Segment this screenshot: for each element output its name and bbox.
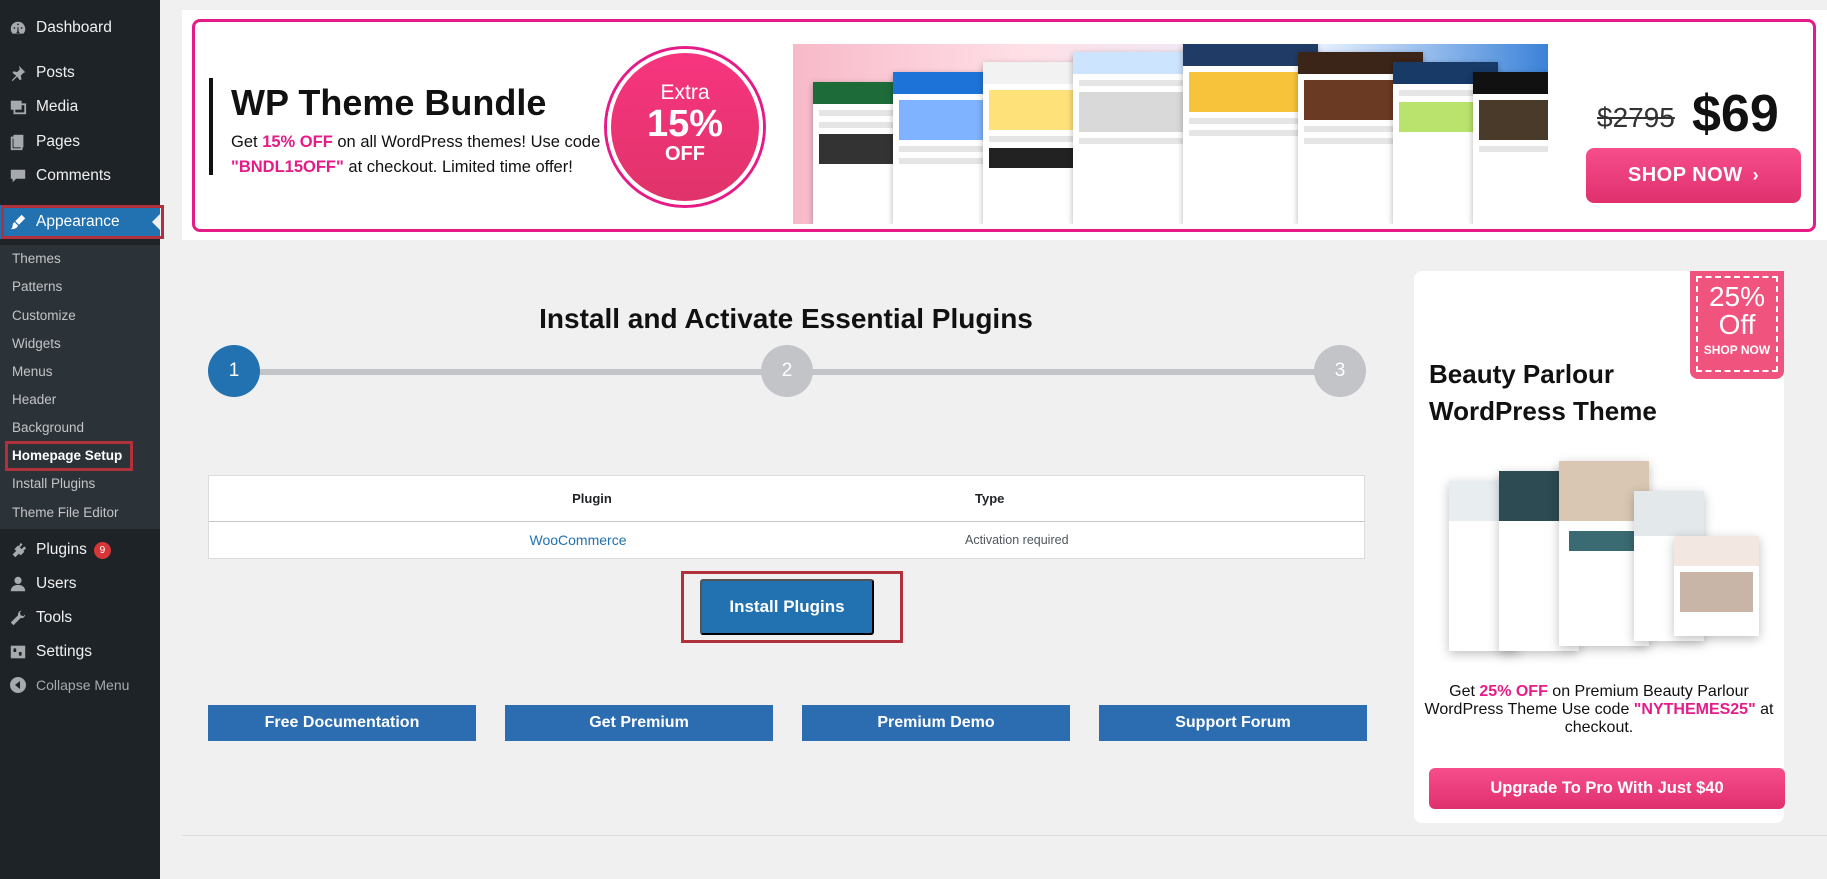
sidebar-item-label: Media bbox=[36, 98, 79, 115]
theme-mockup-image bbox=[1449, 461, 1759, 661]
promo-banner[interactable]: WP Theme Bundle Get 15% OFF on all WordP… bbox=[192, 19, 1816, 232]
divider bbox=[182, 835, 1827, 836]
table-header: Plugin Type bbox=[209, 476, 1364, 522]
circle-line-3: OFF bbox=[665, 143, 705, 165]
page-title: Install and Activate Essential Plugins bbox=[539, 303, 1033, 334]
sidebar-item-label: Posts bbox=[36, 64, 75, 81]
collapse-menu-label: Collapse Menu bbox=[36, 677, 130, 693]
banner-text: at checkout. Limited time offer! bbox=[343, 158, 573, 176]
promo-banner-container: WP Theme Bundle Get 15% OFF on all WordP… bbox=[182, 10, 1827, 240]
plugin-setup-panel: Install and Activate Essential Plugins 1… bbox=[182, 257, 1827, 837]
banner-title: WP Theme Bundle bbox=[231, 82, 547, 123]
submenu-item-widgets[interactable]: Widgets bbox=[12, 334, 61, 354]
sidebar-item-label: Tools bbox=[36, 609, 73, 626]
sidebar-item-users[interactable]: Users bbox=[0, 567, 160, 601]
sidebar-item-label: Settings bbox=[36, 643, 93, 660]
promo-discount: 25% OFF bbox=[1479, 683, 1548, 700]
media-icon bbox=[0, 98, 36, 116]
sidebar-item-label: Plugins bbox=[36, 541, 87, 558]
circle-line-1: Extra bbox=[660, 81, 710, 104]
highlight-box bbox=[1, 205, 164, 239]
premium-demo-button[interactable]: Premium Demo bbox=[802, 705, 1070, 741]
tag-shop-now: SHOP NOW bbox=[1703, 343, 1771, 357]
chevron-right-icon: › bbox=[1752, 165, 1760, 185]
install-plugins-button[interactable]: Install Plugins bbox=[700, 579, 874, 635]
accent-bar bbox=[209, 78, 213, 175]
submenu-item-customize[interactable]: Customize bbox=[12, 306, 76, 326]
promo-description: Get 25% OFF on Premium Beauty Parlour Wo… bbox=[1424, 683, 1774, 737]
support-forum-button[interactable]: Support Forum bbox=[1099, 705, 1367, 741]
free-documentation-button[interactable]: Free Documentation bbox=[208, 705, 476, 741]
sidebar-item-posts[interactable]: Posts bbox=[0, 56, 160, 90]
tag-percent: 25% bbox=[1708, 281, 1766, 312]
promo-title: Beauty Parlour WordPress Theme bbox=[1429, 359, 1657, 426]
banner-text: on all WordPress themes! Use code bbox=[332, 133, 601, 151]
plugins-table: Plugin Type WooCommerce Activation requi… bbox=[208, 475, 1365, 559]
shop-now-button[interactable]: SHOP NOW › bbox=[1586, 148, 1801, 203]
plugin-icon bbox=[0, 541, 36, 559]
banner-coupon-code: "BNDL15OFF" bbox=[231, 158, 344, 176]
premium-theme-promo-card: 25% Off SHOP NOW Beauty Parlour WordPres… bbox=[1414, 271, 1785, 823]
circle-line-2: 15% bbox=[646, 103, 724, 145]
submenu-item-patterns[interactable]: Patterns bbox=[12, 277, 62, 297]
sidebar-item-comments[interactable]: Comments bbox=[0, 159, 160, 193]
submenu-item-theme-file-editor[interactable]: Theme File Editor bbox=[12, 503, 119, 523]
step-1: 1 bbox=[208, 345, 260, 397]
settings-icon bbox=[0, 643, 36, 661]
sidebar-item-label: Comments bbox=[36, 167, 111, 184]
table-row: WooCommerce Activation required bbox=[209, 522, 1364, 558]
mockup-page bbox=[1674, 536, 1759, 636]
discount-circle: Extra 15% OFF bbox=[607, 49, 763, 205]
sidebar-item-pages[interactable]: Pages bbox=[0, 125, 160, 159]
step-2: 2 bbox=[761, 345, 813, 397]
promo-coupon-code: "NYTHEMES25" bbox=[1633, 701, 1756, 718]
dashboard-icon bbox=[0, 19, 36, 37]
old-price: $2795 bbox=[1597, 102, 1675, 133]
sidebar-item-dashboard[interactable]: Dashboard bbox=[0, 11, 160, 45]
banner-discount: 15% OFF bbox=[262, 133, 333, 151]
step-3: 3 bbox=[1314, 345, 1366, 397]
sidebar-item-settings[interactable]: Settings bbox=[0, 635, 160, 669]
get-premium-button[interactable]: Get Premium bbox=[505, 705, 773, 741]
submenu-item-themes[interactable]: Themes bbox=[12, 249, 61, 269]
shop-now-label: SHOP NOW bbox=[1627, 164, 1743, 186]
sidebar-item-tools[interactable]: Tools bbox=[0, 601, 160, 635]
plugin-name-link[interactable]: WooCommerce bbox=[209, 532, 947, 548]
theme-preview bbox=[1473, 72, 1548, 224]
discount-tag[interactable]: 25% Off SHOP NOW bbox=[1690, 271, 1784, 379]
users-icon bbox=[0, 575, 36, 593]
pages-icon bbox=[0, 133, 36, 151]
submenu-item-install-plugins[interactable]: Install Plugins bbox=[12, 474, 95, 494]
appearance-submenu: Themes Patterns Customize Widgets Menus … bbox=[0, 245, 160, 529]
comments-icon bbox=[0, 167, 36, 185]
update-count-badge: 9 bbox=[93, 541, 111, 559]
theme-screenshots-collage bbox=[793, 44, 1548, 224]
banner-text: Get bbox=[231, 133, 263, 151]
submenu-item-header[interactable]: Header bbox=[12, 390, 56, 410]
submenu-item-background[interactable]: Background bbox=[12, 418, 84, 438]
sidebar-item-plugins[interactable]: Plugins 9 bbox=[0, 533, 160, 567]
upgrade-to-pro-button[interactable]: Upgrade To Pro With Just $40 bbox=[1429, 768, 1785, 809]
tag-off: Off bbox=[1718, 309, 1756, 340]
collapse-menu-button[interactable]: Collapse Menu bbox=[0, 668, 160, 702]
highlight-box bbox=[5, 441, 133, 471]
submenu-item-menus[interactable]: Menus bbox=[12, 362, 53, 382]
wrench-icon bbox=[0, 609, 36, 627]
admin-sidebar: Dashboard Posts Media Pages Comments App… bbox=[0, 0, 164, 879]
column-header-type: Type bbox=[975, 491, 1005, 506]
sidebar-item-label: Pages bbox=[36, 133, 80, 150]
sidebar-item-media[interactable]: Media bbox=[0, 90, 160, 124]
sidebar-item-label: Dashboard bbox=[36, 19, 112, 36]
collapse-icon bbox=[0, 677, 36, 693]
pin-icon bbox=[0, 64, 36, 82]
column-header-plugin: Plugin bbox=[572, 491, 612, 506]
promo-text: Get bbox=[1449, 683, 1480, 700]
sidebar-item-label: Users bbox=[36, 575, 77, 592]
banner-description: Get 15% OFF on all WordPress themes! Use… bbox=[231, 130, 611, 180]
new-price: $69 bbox=[1692, 85, 1779, 143]
plugin-status: Activation required bbox=[965, 533, 1069, 547]
